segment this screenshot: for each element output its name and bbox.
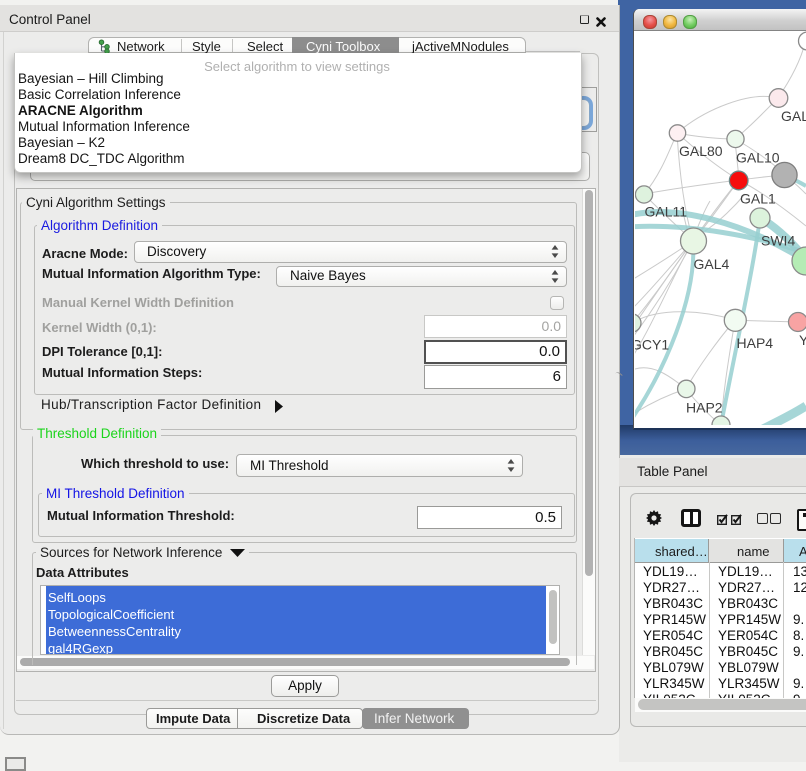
svg-text:GAL10: GAL10 (736, 150, 780, 166)
svg-text:HAP2: HAP2 (686, 400, 723, 416)
svg-text:HAP4: HAP4 (737, 335, 774, 351)
svg-text:GAL2: GAL2 (781, 108, 806, 124)
svg-text:GAL4: GAL4 (694, 256, 730, 272)
svg-text:GAL11: GAL11 (645, 204, 688, 220)
svg-text:SWI4: SWI4 (761, 233, 795, 249)
svg-text:GAL1: GAL1 (740, 191, 776, 207)
svg-text:GCY1: GCY1 (635, 337, 669, 353)
svg-text:GAL80: GAL80 (679, 143, 723, 159)
svg-text:Y: Y (799, 332, 806, 348)
